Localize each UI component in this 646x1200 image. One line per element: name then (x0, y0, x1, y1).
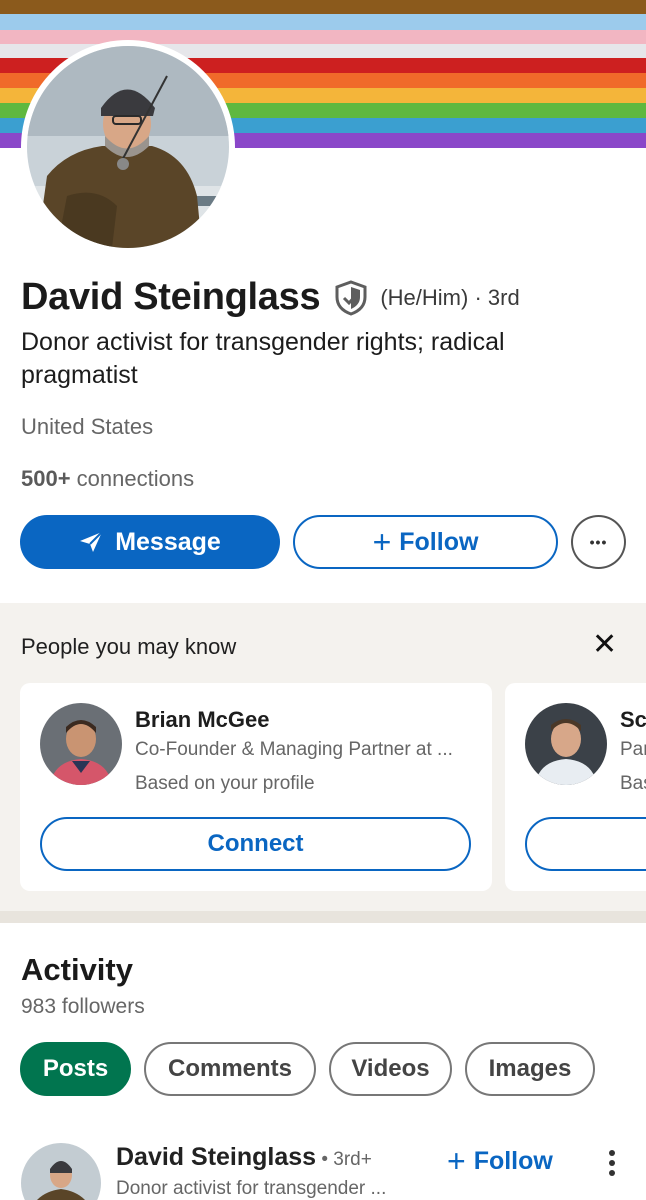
pymk-person-name[interactable]: Sc (620, 707, 646, 733)
connections-count: 500+ (21, 466, 71, 491)
activity-followers: 983 followers (21, 995, 145, 1018)
connect-button[interactable] (525, 817, 646, 871)
tab-comments[interactable]: Comments (144, 1042, 316, 1096)
profile-degree: · 3rd (468, 285, 519, 311)
pymk-person-reason: Bas (620, 773, 646, 794)
profile-avatar[interactable] (21, 40, 235, 254)
plus-icon: + (447, 1143, 466, 1179)
banner-stripe (0, 14, 646, 30)
avatar[interactable] (525, 703, 607, 785)
section-divider (0, 911, 646, 923)
connections-label: connections (70, 466, 195, 491)
tab-images[interactable]: Images (465, 1042, 595, 1096)
degree-text: · 3rd (474, 284, 520, 310)
avatar[interactable] (21, 1143, 101, 1200)
pymk-card[interactable]: Brian McGee Co-Founder & Managing Partne… (20, 683, 492, 891)
profile-location: United States (21, 414, 154, 439)
pymk-person-title: Co-Founder & Managing Partner at ... (135, 739, 453, 760)
tab-videos[interactable]: Videos (329, 1042, 452, 1096)
follow-button[interactable]: + Follow (293, 515, 558, 569)
profile-name: David Steinglass (21, 276, 321, 318)
post-author-photo (21, 1143, 101, 1200)
profile-photo (27, 46, 229, 248)
post-degree: • 3rd+ (316, 1149, 372, 1170)
message-button-label: Message (115, 527, 221, 556)
tab-posts[interactable]: Posts (20, 1042, 131, 1096)
post-author-name[interactable]: David Steinglass • 3rd+ (116, 1143, 372, 1172)
person-photo (525, 703, 607, 785)
pymk-card[interactable]: Sc Par Bas (505, 683, 646, 891)
pymk-person-title: Par (620, 739, 646, 760)
post-author-text: David Steinglass (116, 1143, 317, 1171)
post-follow-button[interactable]: + Follow (447, 1145, 553, 1177)
avatar[interactable] (40, 703, 122, 785)
connect-button[interactable]: Connect (40, 817, 471, 871)
profile-connections[interactable]: 500+ connections (21, 466, 194, 492)
banner-stripe (0, 0, 646, 14)
post-follow-label: Follow (473, 1146, 553, 1175)
person-photo (40, 703, 122, 785)
kebab-menu-icon[interactable] (604, 1148, 620, 1178)
post-author-subtitle: Donor activist for transgender ... (116, 1178, 387, 1199)
pymk-person-name[interactable]: Brian McGee (135, 707, 270, 733)
more-options-button[interactable]: ••• (571, 515, 626, 569)
profile-name-row: David Steinglass (He/Him) · 3rd (21, 276, 520, 319)
close-icon[interactable]: ✕ (592, 627, 617, 662)
banner-stripe (0, 30, 646, 44)
profile-headline: Donor activist for transgender rights; r… (21, 328, 505, 389)
profile-pronouns: (He/Him) (380, 284, 469, 310)
activity-title: Activity (21, 952, 133, 987)
send-icon (80, 531, 103, 552)
message-button[interactable]: Message (20, 515, 280, 569)
pymk-person-reason: Based on your profile (135, 773, 315, 794)
follow-button-label: Follow (399, 527, 479, 556)
plus-icon: + (372, 524, 392, 560)
more-icon: ••• (589, 534, 608, 550)
people-you-may-know-section: People you may know ✕ Brian McGee Co-Fou… (0, 603, 646, 911)
shield-check-icon[interactable] (334, 279, 368, 316)
pymk-title: People you may know (21, 634, 237, 659)
